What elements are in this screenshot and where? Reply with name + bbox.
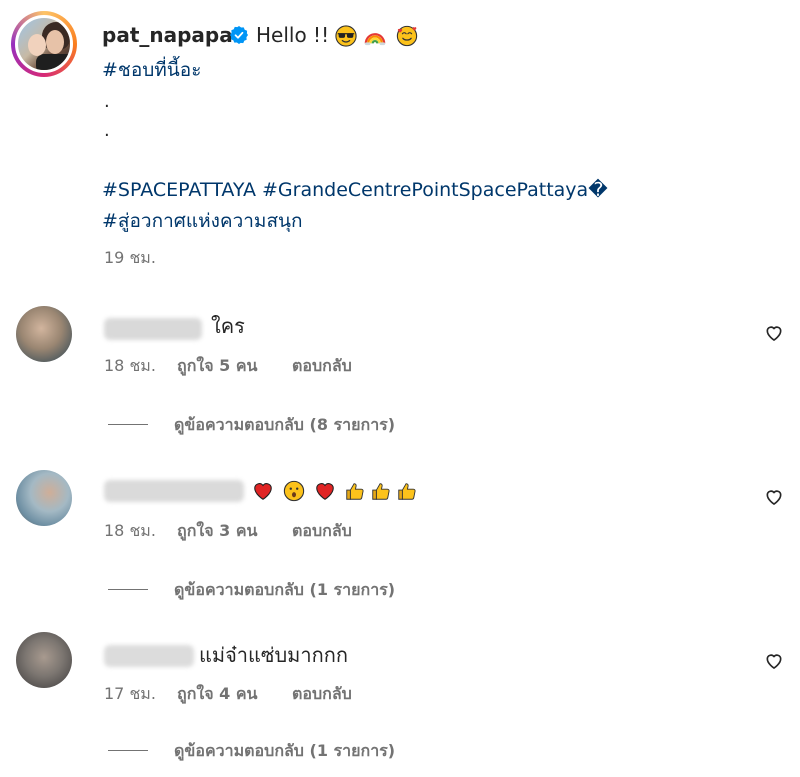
thumbs-up-emoji-icon bbox=[372, 483, 390, 500]
commenter-username-blurred[interactable] bbox=[104, 480, 244, 502]
reply-button[interactable]: ตอบกลับ bbox=[292, 684, 352, 704]
astonished-face-emoji-icon bbox=[283, 480, 305, 502]
hashtag-link[interactable]: #ชอบที่นี้อะ bbox=[102, 57, 201, 83]
likes-count-button[interactable]: ถูกใจ 3 คน bbox=[177, 521, 257, 541]
hashtag-link[interactable]: #SPACEPATTAYA #GrandeCentrePointSpacePat… bbox=[102, 177, 608, 203]
view-replies-button[interactable]: ดูข้อความตอบกลับ (1 รายการ) bbox=[174, 580, 395, 600]
comment-timestamp[interactable]: 18 ชม. bbox=[104, 521, 156, 541]
replies-divider bbox=[108, 424, 148, 425]
replies-divider bbox=[108, 750, 148, 751]
comment-timestamp[interactable]: 18 ชม. bbox=[104, 356, 156, 376]
red-heart-emoji-icon bbox=[316, 483, 334, 500]
verified-badge-icon bbox=[230, 26, 248, 44]
like-heart-icon[interactable] bbox=[764, 487, 784, 507]
commenter-username-blurred[interactable] bbox=[104, 645, 194, 667]
comment-text: แม่จ๋าแซ่บมากกก bbox=[199, 643, 348, 667]
likes-count-button[interactable]: ถูกใจ 5 คน bbox=[177, 356, 257, 376]
likes-count-button[interactable]: ถูกใจ 4 คน bbox=[177, 684, 257, 704]
red-heart-emoji-icon bbox=[254, 483, 272, 500]
view-replies-button[interactable]: ดูข้อความตอบกลับ (8 รายการ) bbox=[174, 415, 395, 435]
caption-dot: . bbox=[104, 120, 110, 141]
hashtag-link[interactable]: #สู่อวกาศแห่งความสนุก bbox=[102, 208, 303, 234]
thumbs-up-emoji-icon bbox=[398, 483, 416, 500]
like-heart-icon[interactable] bbox=[764, 323, 784, 343]
post-username[interactable]: pat_napapa bbox=[102, 22, 233, 48]
post-caption: Hello !! bbox=[256, 23, 330, 47]
avatar[interactable] bbox=[15, 15, 73, 73]
sunglasses-emoji-icon bbox=[335, 25, 357, 47]
reply-button[interactable]: ตอบกลับ bbox=[292, 356, 352, 376]
smiling-hearts-emoji-icon bbox=[396, 25, 418, 47]
commenter-avatar[interactable] bbox=[16, 306, 72, 362]
commenter-username-blurred[interactable] bbox=[104, 318, 202, 340]
commenter-avatar[interactable] bbox=[16, 632, 72, 688]
comment-timestamp[interactable]: 17 ชม. bbox=[104, 684, 156, 704]
comment-text: ใคร bbox=[211, 314, 245, 338]
view-replies-button[interactable]: ดูข้อความตอบกลับ (1 รายการ) bbox=[174, 741, 395, 761]
like-heart-icon[interactable] bbox=[764, 651, 784, 671]
thumbs-up-emoji-icon bbox=[346, 483, 364, 500]
replies-divider bbox=[108, 589, 148, 590]
caption-dot: . bbox=[104, 91, 110, 112]
post-timestamp[interactable]: 19 ชม. bbox=[104, 248, 156, 268]
commenter-avatar[interactable] bbox=[16, 470, 72, 526]
reply-button[interactable]: ตอบกลับ bbox=[292, 521, 352, 541]
rainbow-emoji-icon bbox=[364, 33, 386, 46]
